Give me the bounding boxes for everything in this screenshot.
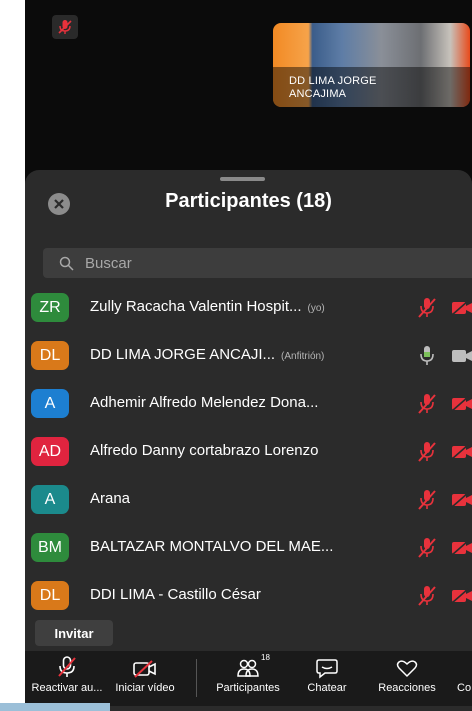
more-button[interactable]: Co <box>451 651 472 706</box>
participant-name-text: Alfredo Danny cortabrazo Lorenzo <box>90 442 319 459</box>
participant-name: Alfredo Danny cortabrazo Lorenzo <box>90 442 318 459</box>
participant-row[interactable]: ZR Zully Racacha Valentin Hospit... (yo) <box>25 284 472 332</box>
avatar: DL <box>31 581 69 610</box>
participant-name: Zully Racacha Valentin Hospit... (yo) <box>90 298 325 315</box>
participant-name: Arana <box>90 490 130 507</box>
avatar: AD <box>31 437 69 466</box>
video-off-icon <box>451 492 472 508</box>
active-speaker-video[interactable]: DD LIMA JORGE ANCAJIMA <box>273 23 470 107</box>
video-off-icon <box>451 444 472 460</box>
video-off-icon <box>133 660 156 678</box>
participant-row[interactable]: AD Alfredo Danny cortabrazo Lorenzo <box>25 428 472 476</box>
close-panel-button[interactable] <box>48 193 70 215</box>
avatar: ZR <box>31 293 69 322</box>
more-label: Co <box>457 682 472 694</box>
search-input[interactable] <box>83 253 387 273</box>
participant-name: DD LIMA JORGE ANCAJI... (Anfitrión) <box>90 346 324 363</box>
start-video-label: Iniciar vídeo <box>115 682 175 694</box>
mic-muted-icon <box>417 297 437 319</box>
video-on-icon <box>451 348 472 364</box>
invite-button[interactable]: Invitar <box>35 620 113 646</box>
search-bar[interactable] <box>43 248 472 278</box>
participant-name-text: Zully Racacha Valentin Hospit... <box>90 298 302 315</box>
unmute-label: Reactivar au... <box>31 682 103 694</box>
participant-name: BALTAZAR MONTALVO DEL MAE... <box>90 538 333 555</box>
participant-row[interactable]: DL DDI LIMA - Castillo César <box>25 572 472 620</box>
bottom-strip <box>0 703 110 711</box>
participant-name-text: Adhemir Alfredo Melendez Dona... <box>90 394 319 411</box>
search-icon <box>59 255 75 271</box>
participant-row[interactable]: BM BALTAZAR MONTALVO DEL MAE... <box>25 524 472 572</box>
unmute-button[interactable]: Reactivar au... <box>25 651 109 706</box>
participant-list[interactable]: ZR Zully Racacha Valentin Hospit... (yo) DL… <box>25 284 472 621</box>
toolbar-divider <box>196 659 197 697</box>
chat-button[interactable]: Chatear <box>295 651 359 706</box>
participants-button[interactable]: 18 Participantes <box>203 651 293 706</box>
mic-muted-icon <box>58 656 76 677</box>
start-video-button[interactable]: Iniciar vídeo <box>109 651 181 706</box>
active-speaker-name: DD LIMA JORGE ANCAJIMA <box>289 75 377 100</box>
self-muted-icon <box>52 15 78 39</box>
avatar: A <box>31 485 69 514</box>
participant-row[interactable]: DL DD LIMA JORGE ANCAJI... (Anfitrión) <box>25 332 472 380</box>
participants-label: Participantes <box>216 682 280 694</box>
chat-label: Chatear <box>307 682 347 694</box>
participant-name: Adhemir Alfredo Melendez Dona... <box>90 394 318 411</box>
participant-role-tag: (Anfitrión) <box>281 351 325 362</box>
reactions-label: Reacciones <box>378 682 436 694</box>
mic-on-icon <box>417 345 437 367</box>
participant-row[interactable]: A Adhemir Alfredo Melendez Dona... <box>25 380 472 428</box>
avatar: DL <box>31 341 69 370</box>
participants-icon <box>237 659 259 677</box>
video-off-icon <box>451 396 472 412</box>
participant-name-text: BALTAZAR MONTALVO DEL MAE... <box>90 538 334 555</box>
participants-panel: Participantes (18) ZR Zully Racacha Valen… <box>25 170 472 711</box>
participant-row[interactable]: A Arana <box>25 476 472 524</box>
avatar: A <box>31 389 69 418</box>
participant-role-tag: (yo) <box>307 303 325 314</box>
participant-name: DDI LIMA - Castillo César <box>90 586 261 603</box>
avatar: BM <box>31 533 69 562</box>
video-off-icon <box>451 588 472 604</box>
participant-name-text: Arana <box>90 490 131 507</box>
mic-muted-icon <box>417 393 437 415</box>
mic-muted-icon <box>417 537 437 559</box>
reactions-button[interactable]: Reacciones <box>365 651 449 706</box>
video-off-icon <box>451 540 472 556</box>
mic-muted-icon <box>417 441 437 463</box>
participant-name-text: DDI LIMA - Castillo César <box>90 586 261 603</box>
meeting-screen: DD LIMA JORGE ANCAJIMA Participantes (18… <box>25 0 472 711</box>
close-icon <box>54 199 64 209</box>
participants-count-badge: 18 <box>261 653 270 662</box>
meeting-toolbar: Reactivar au... Iniciar vídeo 18 Partici… <box>25 651 472 706</box>
heart-icon <box>396 660 418 678</box>
panel-title: Participantes (18) <box>165 190 332 212</box>
chat-icon <box>316 659 338 679</box>
video-off-icon <box>451 300 472 316</box>
mic-muted-icon <box>417 489 437 511</box>
participant-name-text: DD LIMA JORGE ANCAJI... <box>90 346 276 363</box>
mic-muted-icon <box>417 585 437 607</box>
drag-handle[interactable] <box>220 177 265 181</box>
